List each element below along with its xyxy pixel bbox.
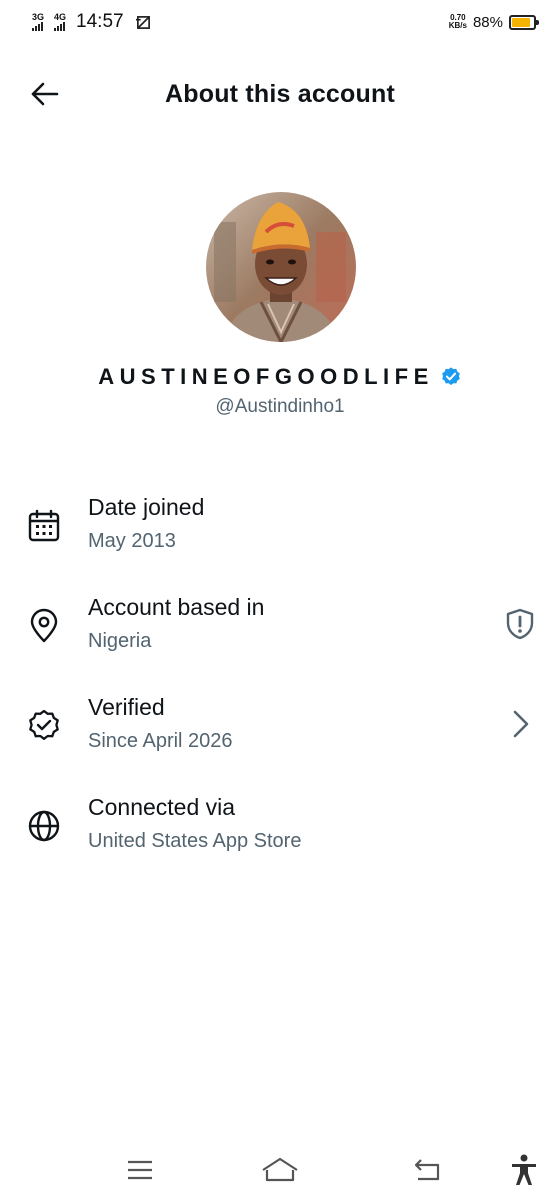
back-nav-button[interactable] (407, 1150, 447, 1190)
back-button[interactable] (26, 76, 62, 112)
network-4g-label: 4G (54, 12, 67, 22)
display-name: AUSTINEOFGOODLIFE (98, 364, 434, 389)
screen: 3G 4G 14:57 0.70 KB/s 88% About this acc… (0, 0, 560, 1200)
system-nav-bar (0, 1140, 560, 1200)
home-icon (262, 1157, 298, 1182)
handle: @Austindinho1 (215, 396, 345, 417)
shield-alert-icon[interactable] (502, 606, 538, 642)
calendar-icon (28, 509, 60, 542)
status-bar: 3G 4G 14:57 0.70 KB/s 88% (0, 0, 560, 44)
header: About this account (0, 60, 560, 128)
speed-unit: KB/s (448, 21, 467, 30)
row-subtitle: United States App Store (88, 830, 302, 852)
avatar[interactable] (206, 192, 356, 342)
row-subtitle: May 2013 (88, 530, 176, 552)
accessibility-button[interactable] (504, 1150, 544, 1190)
screenshot-icon (135, 15, 150, 29)
row-date-joined: Date joined May 2013 (0, 494, 560, 574)
signal-bars-icon (54, 22, 66, 31)
display-name-row: AUSTINEOFGOODLIFE (0, 364, 560, 390)
row-title: Connected via (88, 794, 236, 820)
status-left: 3G 4G 14:57 (32, 11, 151, 33)
row-verified[interactable]: Verified Since April 2026 (0, 694, 560, 774)
row-title: Account based in (88, 594, 265, 620)
row-connected-via: Connected via United States App Store (0, 794, 560, 874)
page-title: About this account (165, 79, 395, 108)
recents-button[interactable] (120, 1150, 160, 1190)
globe-icon (28, 810, 60, 842)
profile-photo (206, 192, 356, 342)
battery-level-fill (512, 17, 531, 27)
network-4g-indicator: 4G (54, 13, 66, 31)
verified-check-icon (441, 367, 460, 385)
home-button[interactable] (260, 1150, 300, 1190)
arrow-left-icon (31, 82, 59, 106)
network-3g-indicator: 3G (32, 13, 44, 31)
chevron-right-icon[interactable] (502, 706, 538, 742)
row-subtitle: Since April 2026 (88, 730, 233, 752)
row-title: Date joined (88, 494, 205, 520)
battery-icon (509, 14, 539, 30)
signal-bars-icon (32, 22, 43, 31)
clock: 14:57 (76, 11, 124, 32)
row-title: Verified (88, 694, 165, 720)
network-speed: 0.70 KB/s (449, 14, 467, 30)
verified-badge-icon (29, 709, 59, 740)
location-pin-icon (30, 608, 58, 643)
battery-percent: 88% (472, 13, 503, 31)
row-subtitle: Nigeria (88, 630, 152, 652)
menu-icon (128, 1160, 152, 1180)
network-3g-label: 3G (32, 12, 45, 22)
status-right: 0.70 KB/s 88% (449, 13, 539, 31)
back-nav-icon (414, 1159, 440, 1181)
accessibility-icon (512, 1154, 536, 1185)
row-account-based-in: Account based in Nigeria (0, 594, 560, 674)
